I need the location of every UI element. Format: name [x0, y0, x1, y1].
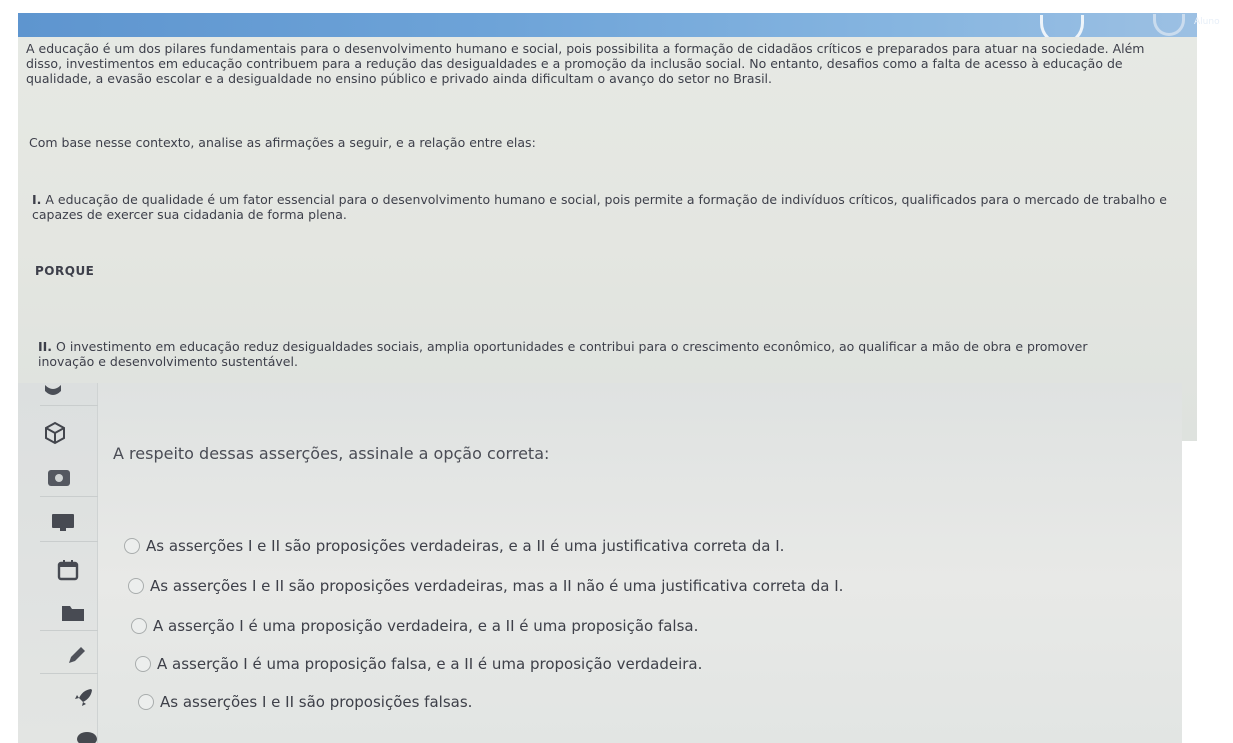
connector-porque: PORQUE [35, 264, 95, 278]
sidebar-divider [40, 496, 98, 497]
cube-icon[interactable] [42, 421, 68, 445]
answer-option-label: As asserções I e II são proposições verd… [146, 537, 785, 555]
chat-icon[interactable] [74, 726, 100, 743]
radio-button[interactable] [135, 656, 151, 672]
user-label: Aluno [1194, 17, 1220, 27]
monitor-icon[interactable] [50, 511, 76, 535]
top-header-bar: Aluno [18, 13, 1220, 45]
radio-button[interactable] [138, 694, 154, 710]
sidebar-divider [40, 405, 98, 406]
question-intro-text: A educação é um dos pilares fundamentais… [26, 41, 1145, 86]
radio-button[interactable] [131, 618, 147, 634]
rocket-icon[interactable] [70, 686, 96, 710]
question-context-text: Com base nesse contexto, analise as afir… [29, 135, 536, 150]
answers-panel [18, 383, 1182, 743]
answer-option-label: As asserções I e II são proposições verd… [150, 577, 844, 595]
avatar[interactable] [1153, 14, 1185, 36]
assertion-2-text: O investimento em educação reduz desigua… [38, 339, 1088, 369]
sidebar-divider [40, 541, 98, 542]
answer-option-3[interactable]: A asserção I é uma proposição verdadeira… [131, 617, 698, 635]
answer-option-2[interactable]: As asserções I e II são proposições verd… [128, 577, 843, 595]
info-icon[interactable] [40, 380, 66, 404]
badge-icon[interactable] [46, 466, 72, 490]
calendar-icon[interactable] [55, 558, 81, 582]
answer-option-5[interactable]: As asserções I e II são proposições fals… [138, 693, 472, 711]
assertion-2: II. O investimento em educação reduz des… [38, 339, 1118, 369]
radio-button[interactable] [124, 538, 140, 554]
radio-button[interactable] [128, 578, 144, 594]
sidebar-divider [40, 630, 98, 631]
answer-option-label: A asserção I é uma proposição verdadeira… [153, 617, 699, 635]
assertion-2-number: II. [38, 339, 53, 354]
answer-option-label: As asserções I e II são proposições fals… [160, 693, 473, 711]
pencil-icon[interactable] [64, 643, 90, 667]
folder-icon[interactable] [60, 601, 86, 625]
sidebar-divider [40, 673, 98, 674]
answer-option-1[interactable]: As asserções I e II são proposições verd… [124, 537, 784, 555]
answer-option-4[interactable]: A asserção I é uma proposição falsa, e a… [135, 655, 702, 673]
question-statement-panel: A educação é um dos pilares fundamentais… [18, 37, 1197, 441]
answer-option-label: A asserção I é uma proposição falsa, e a… [157, 655, 703, 673]
assertion-1-text: A educação de qualidade é um fator essen… [32, 192, 1167, 222]
assertion-1-number: I. [32, 192, 42, 207]
answers-prompt: A respeito dessas asserções, assinale a … [113, 444, 550, 463]
assertion-1: I. A educação de qualidade é um fator es… [32, 192, 1182, 222]
